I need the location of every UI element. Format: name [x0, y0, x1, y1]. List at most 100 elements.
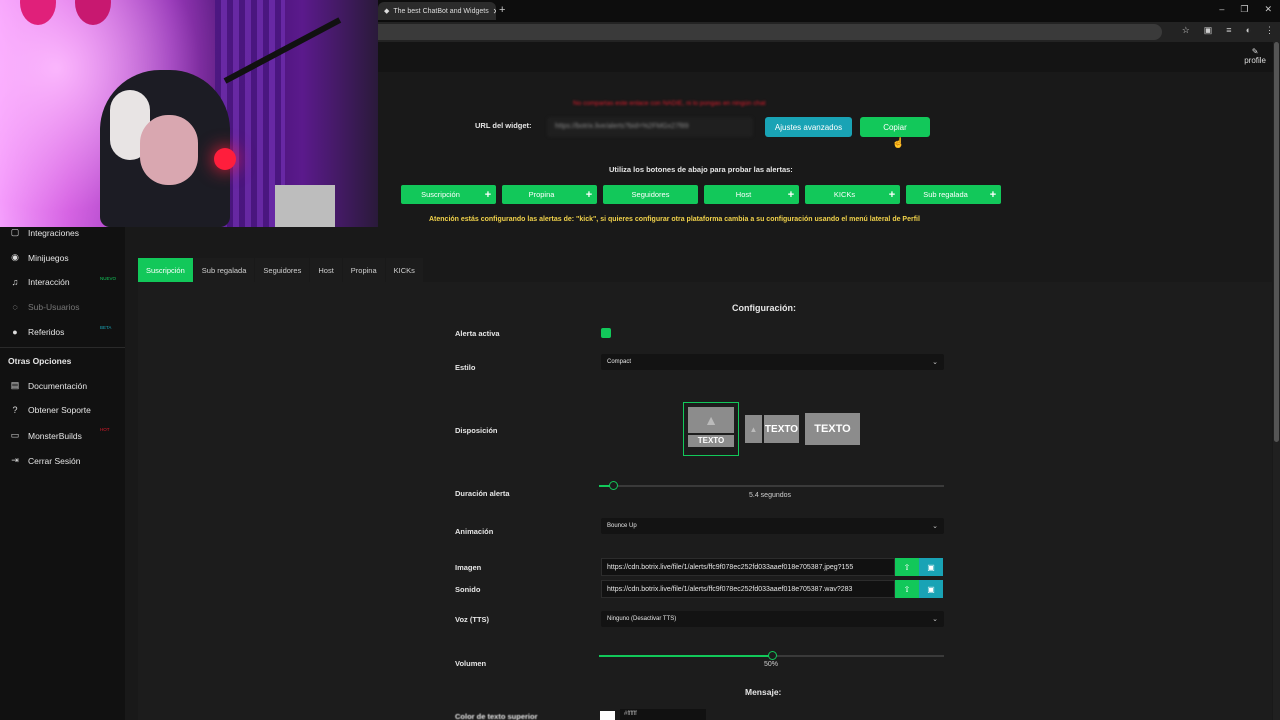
upload-icon[interactable]: ⇧ — [895, 580, 919, 598]
volume-slider[interactable] — [599, 651, 944, 660]
test-button-label: KICKs — [833, 190, 856, 199]
test-suscripcion-button[interactable]: Suscripción + — [401, 185, 496, 204]
sidebar-item-label: Documentación — [28, 380, 88, 391]
sidebar-item-label: Minijuegos — [28, 252, 69, 263]
sidebar-item-referidos[interactable]: ● Referidos — [10, 327, 64, 337]
layout-option-side[interactable]: ▲ TEXTO — [745, 415, 799, 443]
monitor-icon: ▭ — [10, 430, 20, 440]
plus-icon: + — [585, 188, 593, 201]
sidebar-item-label: Integraciones — [28, 227, 80, 238]
test-button-label: Seguidores — [631, 190, 670, 199]
new-tab-button[interactable]: + — [499, 4, 505, 16]
tts-value: Ninguno (Desactivar TTS) — [607, 616, 677, 622]
volume-label: Volumen — [455, 659, 487, 668]
puzzle-icon: ▢ — [10, 227, 20, 237]
tab-kicks[interactable]: KICKs — [385, 258, 423, 282]
test-button-label: Suscripción — [421, 190, 460, 199]
favicon-icon: ◆ — [384, 8, 390, 15]
hot-badge: HOT — [100, 427, 110, 432]
test-alerts-title: Utiliza los botones de abajo para probar… — [609, 165, 793, 174]
gallery-icon[interactable]: ▣ — [919, 580, 943, 598]
test-button-label: Host — [735, 190, 752, 199]
tab-close-icon[interactable]: ✕ — [493, 7, 496, 16]
sidebar-item-integraciones[interactable]: ▢ Integraciones — [10, 227, 79, 238]
sidebar-item-label: Referidos — [28, 327, 65, 337]
chevron-down-icon: ⌄ — [932, 523, 938, 530]
duration-slider-handle[interactable] — [608, 481, 618, 490]
duration-value: 5.4 segundos — [749, 492, 792, 499]
layout-option-text-only[interactable]: TEXTO — [805, 413, 860, 445]
test-host-button[interactable]: Host + — [704, 185, 799, 204]
tts-select[interactable]: Ninguno (Desactivar TTS) ⌄ — [601, 611, 944, 627]
plus-icon: + — [787, 188, 795, 201]
sidebar-item-soporte[interactable]: ? Obtener Soporte — [10, 405, 91, 415]
volume-value: 50% — [764, 661, 779, 668]
widget-url-field[interactable]: https://botrix.live/alerts?bid=%2FMGx27f… — [547, 117, 753, 137]
tab-sub-regalada[interactable]: Sub regalada — [193, 258, 255, 282]
users-icon: ◌ — [12, 302, 18, 312]
sidebar-item-sub-usuarios[interactable]: ◌ Sub-Usuarios — [10, 302, 79, 312]
layout-option-stacked[interactable]: ▲ TEXTO — [683, 402, 739, 456]
bookmark-star-icon[interactable]: ☆ — [1182, 25, 1190, 36]
duration-label: Duración alerta — [455, 489, 510, 498]
alert-active-checkbox[interactable] — [601, 328, 611, 338]
gamepad-icon: ◉ — [11, 252, 19, 262]
scrollbar-thumb[interactable] — [1274, 42, 1279, 442]
top-text-color-input[interactable]: #ffffff — [620, 709, 706, 720]
toolbar-icons: ☆ ▣ ≡ ◐ ⋮ — [1182, 25, 1274, 36]
document-icon: ▤ — [10, 380, 20, 390]
tab-seguidores[interactable]: Seguidores — [255, 258, 310, 282]
test-sub-regalada-button[interactable]: Sub regalada + — [906, 185, 1001, 204]
chevron-down-icon: ⌄ — [932, 359, 938, 366]
minimize-button[interactable]: – — [1219, 4, 1224, 15]
sidebar-item-documentacion[interactable]: ▤ Documentación — [10, 380, 87, 391]
tab-propina[interactable]: Propina — [342, 258, 385, 282]
sidebar-item-monsterbuilds[interactable]: ▭ MonsterBuilds — [10, 430, 82, 441]
music-icon: ♫ — [11, 277, 19, 287]
sidebar-heading: Otras Opciones — [8, 356, 72, 366]
media-icon[interactable]: ≡ — [1226, 25, 1231, 36]
animation-label: Animación — [455, 527, 494, 536]
image-placeholder-icon: ▲ — [745, 415, 762, 443]
animation-value: Bounce Up — [607, 523, 637, 529]
sidebar-item-label: Obtener Soporte — [28, 405, 91, 415]
close-window-button[interactable]: ✕ — [1264, 4, 1272, 15]
test-propina-button[interactable]: Propina + — [502, 185, 597, 204]
beta-badge: BETA — [100, 325, 112, 330]
sidebar-item-cerrar-sesion[interactable]: ⇥ Cerrar Sesión — [10, 455, 80, 466]
tab-host[interactable]: Host — [310, 258, 342, 282]
tab-suscripcion[interactable]: Suscripción — [138, 258, 193, 282]
browser-tab[interactable]: ◆ The best ChatBot and Widgets ✕ — [378, 2, 496, 20]
color-swatch[interactable] — [600, 711, 615, 720]
upload-icon[interactable]: ⇧ — [895, 558, 919, 576]
extension-icon[interactable]: ◐ — [1246, 25, 1251, 36]
image-placeholder-icon: ▲ — [688, 407, 734, 433]
test-kicks-button[interactable]: KICKs + — [805, 185, 900, 204]
sidebar-item-label: Interacción — [28, 277, 70, 287]
menu-icon[interactable]: ⋮ — [1265, 25, 1274, 36]
duration-slider[interactable] — [599, 481, 944, 490]
test-seguidores-button[interactable]: Seguidores — [603, 185, 698, 204]
style-select[interactable]: Compact ⌄ — [601, 354, 944, 370]
profile-button[interactable]: ✎ profile — [1244, 47, 1266, 65]
plus-icon: + — [888, 188, 896, 201]
extensions-icon[interactable]: ▣ — [1204, 25, 1213, 36]
streamer-face — [140, 115, 198, 185]
maximize-button[interactable]: ❐ — [1240, 4, 1248, 15]
sound-url-input[interactable]: https://cdn.botrix.live/file/1/alerts/ff… — [601, 580, 895, 598]
gallery-icon[interactable]: ▣ — [919, 558, 943, 576]
volume-slider-fill — [599, 655, 772, 657]
advanced-settings-button[interactable]: Ajustes avanzados — [765, 117, 852, 137]
copy-button[interactable]: Copiar — [860, 117, 930, 137]
plus-icon: + — [989, 188, 997, 201]
sidebar-item-minijuegos[interactable]: ◉ Minijuegos — [10, 252, 69, 263]
logout-icon: ⇥ — [11, 455, 19, 465]
volume-slider-handle[interactable] — [767, 651, 777, 660]
tts-label: Voz (TTS) — [455, 615, 490, 624]
animation-select[interactable]: Bounce Up ⌄ — [601, 518, 944, 534]
page-scrollbar[interactable] — [1273, 42, 1280, 720]
chevron-down-icon: ⌄ — [932, 616, 938, 623]
alert-active-label: Alerta activa — [455, 329, 500, 338]
image-url-input[interactable]: https://cdn.botrix.live/file/1/alerts/ff… — [601, 558, 895, 576]
sidebar-item-interaccion[interactable]: ♫ Interacción — [10, 277, 70, 287]
